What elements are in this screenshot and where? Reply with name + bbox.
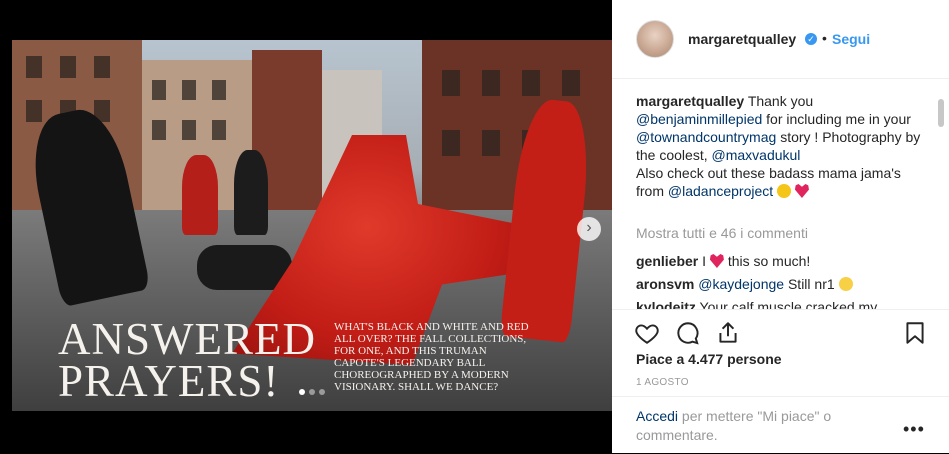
comment-item: aronsvm @kaydejonge Still nr1 — [636, 276, 853, 292]
mention-link[interactable]: @townandcountrymag — [636, 129, 776, 145]
post-side-panel: margaretqualley ✓ • Segui margaretqualle… — [612, 0, 949, 453]
heart-emoji-icon — [794, 184, 809, 198]
comments-section[interactable]: margaretqualley Thank you @benjaminmille… — [612, 79, 949, 309]
comment-item: kylodeitz Your calf muscle cracked my — [636, 299, 877, 309]
comment-username[interactable]: kylodeitz — [636, 299, 696, 309]
separator-dot: • — [822, 30, 827, 46]
carousel-dot — [309, 389, 315, 395]
magazine-deck: WHAT'S BLACK AND WHITE AND RED ALL OVER?… — [334, 321, 529, 393]
more-options-icon[interactable]: ••• — [903, 419, 925, 440]
mention-link[interactable]: @maxvadukul — [712, 147, 801, 163]
share-icon[interactable] — [715, 320, 741, 346]
login-link[interactable]: Accedi — [636, 408, 678, 424]
dancer-figure — [182, 155, 218, 235]
comment-item: genlieber I this so much! — [636, 253, 811, 269]
carousel-dot-active — [299, 389, 305, 395]
comment-username[interactable]: genlieber — [636, 253, 698, 269]
mention-link[interactable]: @ladanceproject — [668, 183, 773, 199]
sunglasses-emoji-icon — [777, 184, 792, 198]
bookmark-icon[interactable] — [902, 320, 928, 346]
mention-link[interactable]: @kaydejonge — [698, 276, 784, 292]
scream-emoji-icon — [838, 277, 853, 291]
magazine-headline: ANSWERED PRAYERS! — [58, 314, 316, 406]
dancer-figure — [197, 245, 292, 290]
likes-count[interactable]: Piace a 4.477 persone — [636, 351, 782, 367]
heart-icon[interactable] — [634, 320, 660, 346]
heart-emoji-icon — [709, 254, 724, 268]
post-media: ANSWERED PRAYERS! WHAT'S BLACK AND WHITE… — [0, 0, 612, 453]
avatar[interactable] — [636, 20, 674, 58]
post-date: 1 AGOSTO — [636, 377, 689, 388]
carousel-indicator — [299, 389, 325, 395]
comment-icon[interactable] — [675, 320, 701, 346]
username-link[interactable]: margaretqualley — [688, 31, 796, 47]
carousel-dot — [319, 389, 325, 395]
dancer-figure — [234, 150, 268, 235]
post-caption: margaretqualley Thank you @benjaminmille… — [636, 93, 921, 199]
post-actions — [612, 309, 949, 354]
login-prompt: Accedi per mettere "Mi piace" o commenta… — [612, 396, 949, 454]
mention-link[interactable]: @benjaminmillepied — [636, 111, 762, 127]
next-slide-button[interactable]: › — [577, 217, 601, 241]
post-photo[interactable]: ANSWERED PRAYERS! WHAT'S BLACK AND WHITE… — [12, 40, 612, 411]
chevron-right-icon: › — [586, 219, 592, 236]
comment-username[interactable]: aronsvm — [636, 276, 694, 292]
post-header: margaretqualley ✓ • Segui — [612, 0, 949, 79]
follow-button[interactable]: Segui — [832, 31, 870, 47]
comments-scrollbar[interactable] — [938, 99, 944, 127]
caption-username[interactable]: margaretqualley — [636, 93, 744, 109]
login-prompt-text: Accedi per mettere "Mi piace" o commenta… — [636, 408, 832, 443]
view-all-comments-link[interactable]: Mostra tutti e 46 i commenti — [636, 225, 808, 241]
verified-badge-icon: ✓ — [805, 33, 817, 45]
